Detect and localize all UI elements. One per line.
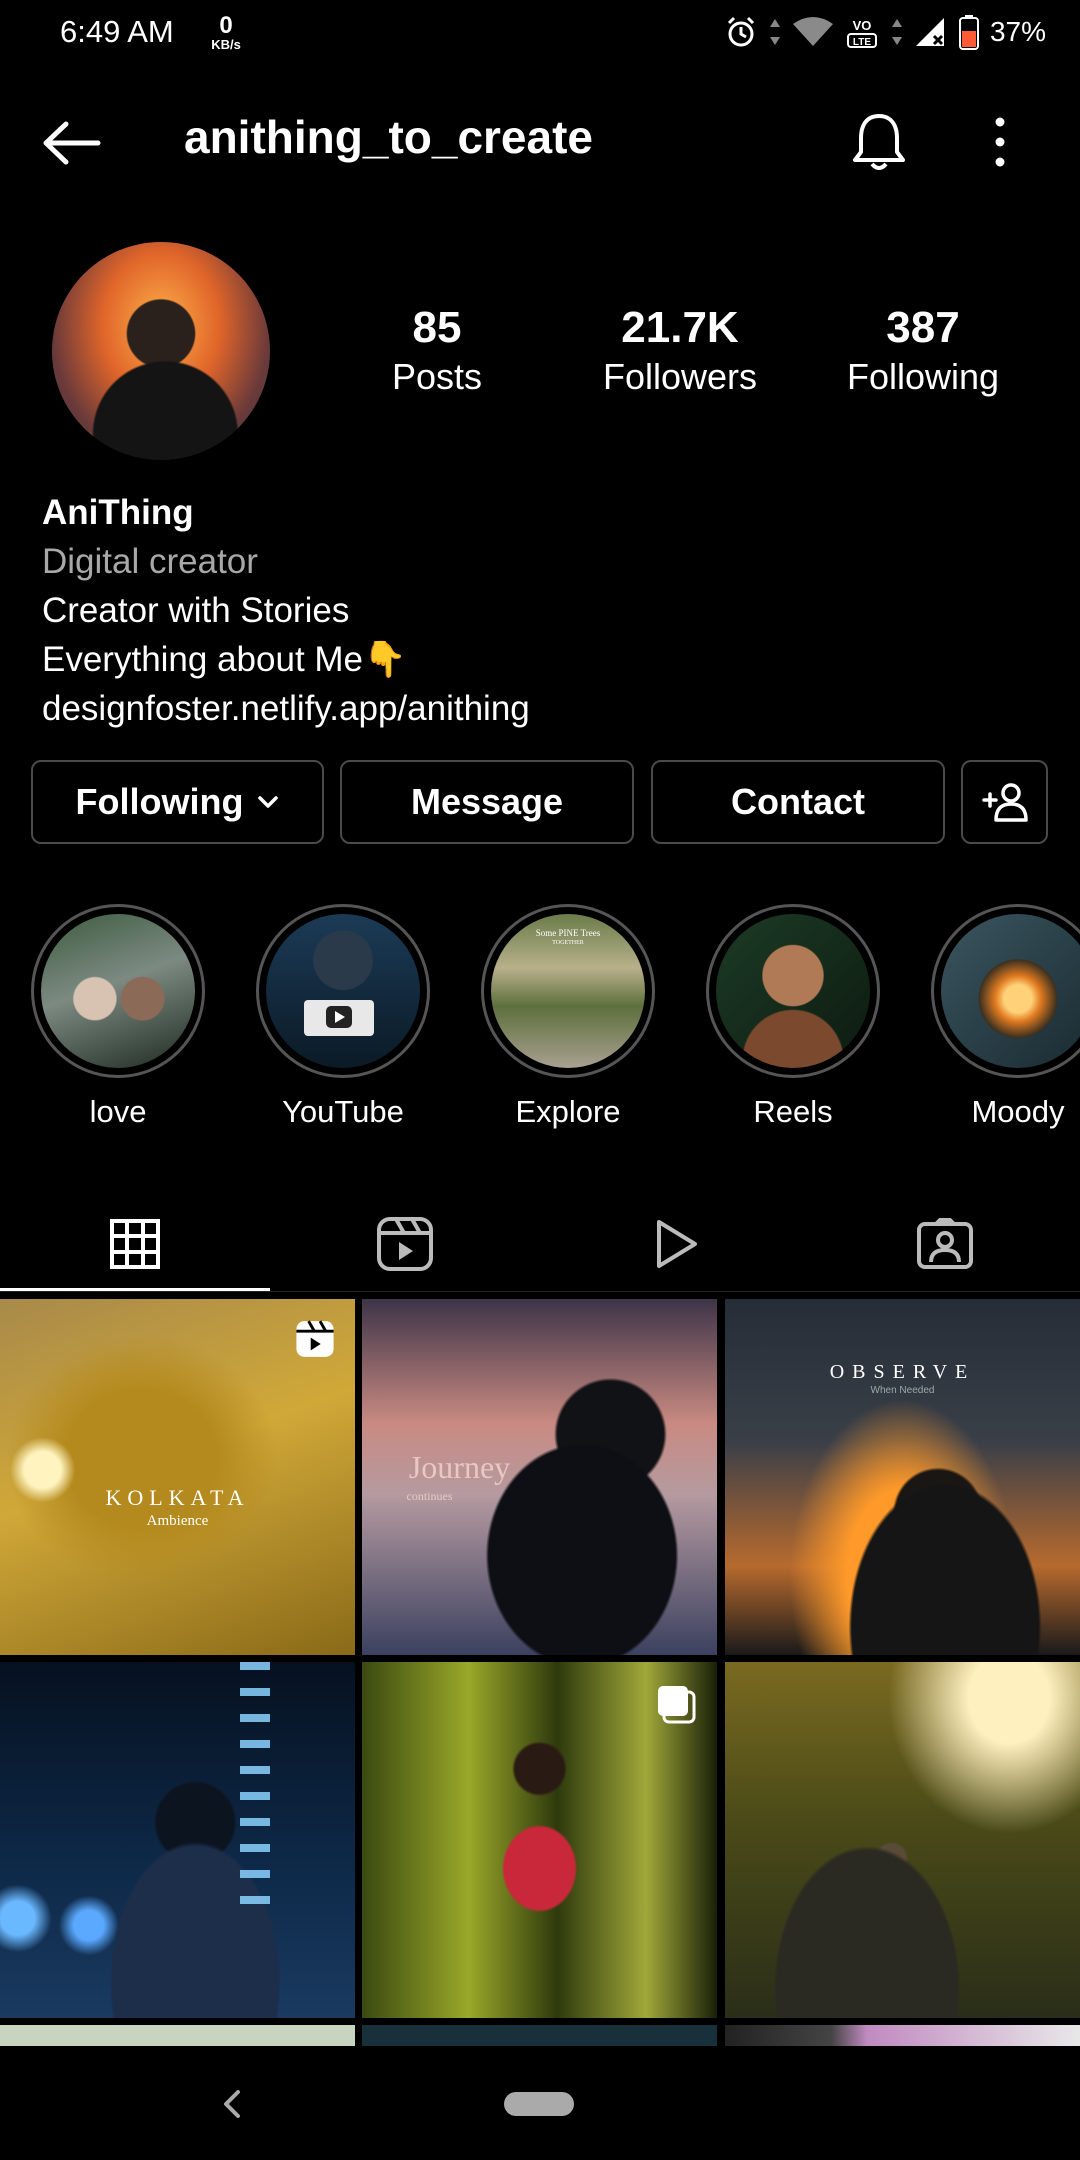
highlight-moody-ring — [931, 904, 1080, 1078]
post-row3-1[interactable] — [0, 2025, 355, 2046]
play-badge-icon — [304, 1000, 374, 1036]
highlight-moody-image — [941, 914, 1080, 1068]
data-arrows-icon — [769, 19, 780, 45]
followers-count: 21.7K — [621, 303, 739, 352]
network-speed-value: 0 — [219, 12, 233, 39]
post-observe-subtitle: When Needed — [870, 1385, 935, 1396]
explore-highlight-subtitle: TOGETHER — [552, 940, 584, 946]
post-blue-lights[interactable] — [0, 1662, 355, 2018]
highlight-youtube-label: YouTube — [282, 1094, 404, 1129]
post-journey-subtitle: continues — [406, 1489, 453, 1503]
tagged-icon — [917, 1218, 973, 1269]
post-kolkata-title: KOLKATA — [105, 1485, 250, 1510]
system-nav-bar — [0, 2046, 1080, 2160]
highlight-love-label: love — [89, 1094, 147, 1129]
volte-icon: VO LTE — [846, 18, 877, 48]
network-speed: 0 KB/s — [204, 12, 248, 52]
post-forest-logs[interactable] — [725, 1662, 1080, 2018]
post-journey-title: Journey — [408, 1449, 511, 1485]
bell-icon[interactable] — [850, 110, 908, 174]
highlight-explore[interactable]: Some PINE Trees TOGETHER Explore — [481, 904, 655, 1130]
posts-count: 85 — [412, 303, 462, 352]
chevron-down-icon — [258, 796, 279, 808]
display-name: AniThing — [42, 493, 194, 532]
highlight-moody-label: Moody — [971, 1094, 1065, 1129]
highlight-reels-ring — [706, 904, 880, 1078]
reels-icon — [377, 1217, 433, 1271]
video-icon — [657, 1220, 697, 1268]
posts-label: Posts — [391, 356, 483, 397]
grid-icon — [110, 1219, 160, 1269]
reel-badge-icon — [296, 1320, 334, 1357]
highlight-love-image — [41, 914, 195, 1068]
highlight-explore-ring: Some PINE Trees TOGETHER — [481, 904, 655, 1078]
tab-reels[interactable] — [270, 1196, 540, 1292]
stat-followers[interactable]: 21.7K Followers — [580, 302, 780, 400]
highlight-reels-image — [716, 914, 870, 1068]
highlight-reels[interactable]: Reels — [706, 904, 880, 1130]
tab-grid[interactable] — [0, 1196, 270, 1292]
following-button-label: Following — [75, 781, 244, 822]
stat-posts[interactable]: 85 Posts — [337, 302, 537, 400]
alarm-icon — [727, 16, 755, 47]
highlight-youtube-ring — [256, 904, 430, 1078]
following-button[interactable]: Following — [31, 760, 324, 844]
profile-category: Digital creator — [42, 542, 258, 581]
highlight-explore-image: Some PINE Trees TOGETHER — [491, 914, 645, 1068]
network-speed-unit: KB/s — [211, 37, 241, 52]
bio-link[interactable]: designfoster.netlify.app/anithing — [42, 684, 530, 733]
tab-divider — [0, 1291, 1080, 1292]
add-user-button[interactable] — [961, 760, 1048, 844]
profile-bio: AniThing Digital creator Creator with St… — [42, 488, 530, 733]
status-time: 6:49 AM — [60, 14, 174, 49]
post-forest-red[interactable] — [362, 1662, 717, 2018]
profile-avatar[interactable] — [52, 242, 270, 460]
data-arrows-icon-2 — [891, 19, 902, 45]
signal-icon — [915, 18, 944, 46]
carousel-badge-icon — [658, 1686, 696, 1724]
svg-text:VO: VO — [853, 18, 872, 33]
post-row3-3[interactable] — [725, 2025, 1080, 2046]
back-arrow-icon[interactable] — [40, 118, 104, 168]
highlight-love[interactable]: love — [31, 904, 205, 1130]
post-journey[interactable]: Journey continues — [362, 1299, 717, 1655]
wifi-icon — [792, 17, 833, 46]
tab-tagged[interactable] — [810, 1196, 1080, 1292]
nav-back-icon[interactable] — [220, 2088, 244, 2120]
bio-line-1: Creator with Stories — [42, 591, 350, 630]
following-count: 387 — [886, 303, 960, 352]
tab-videos[interactable] — [540, 1196, 810, 1292]
battery-percent: 37% — [989, 16, 1046, 47]
profile-username: anithing_to_create — [184, 111, 593, 163]
highlight-love-ring — [31, 904, 205, 1078]
message-button[interactable]: Message — [340, 760, 634, 844]
following-label: Following — [846, 356, 1000, 397]
nav-home-pill[interactable] — [504, 2092, 574, 2116]
svg-text:LTE: LTE — [853, 37, 871, 48]
post-kolkata-subtitle: Ambience — [146, 1513, 209, 1529]
followers-label: Followers — [602, 356, 758, 397]
battery-icon — [958, 15, 979, 50]
add-person-icon — [981, 783, 1028, 822]
status-icons: VO LTE 37% — [724, 14, 1046, 50]
more-vertical-icon[interactable] — [988, 116, 1012, 168]
highlight-youtube[interactable]: YouTube — [256, 904, 430, 1130]
contact-button[interactable]: Contact — [651, 760, 945, 844]
light-strip — [240, 1662, 270, 1922]
post-observe-title: OBSERVE — [829, 1361, 976, 1383]
highlight-explore-label: Explore — [515, 1094, 621, 1129]
explore-highlight-title: Some PINE Trees — [535, 928, 601, 938]
stat-following[interactable]: 387 Following — [823, 302, 1023, 400]
highlight-moody[interactable]: Moody — [931, 904, 1080, 1130]
highlight-youtube-image — [266, 914, 420, 1068]
highlight-reels-label: Reels — [753, 1094, 833, 1129]
post-observe[interactable]: OBSERVE When Needed — [725, 1299, 1080, 1655]
bio-line-2: Everything about Me👇 — [42, 640, 407, 679]
post-row3-2[interactable] — [362, 2025, 717, 2046]
post-kolkata[interactable]: KOLKATA Ambience — [0, 1299, 355, 1655]
